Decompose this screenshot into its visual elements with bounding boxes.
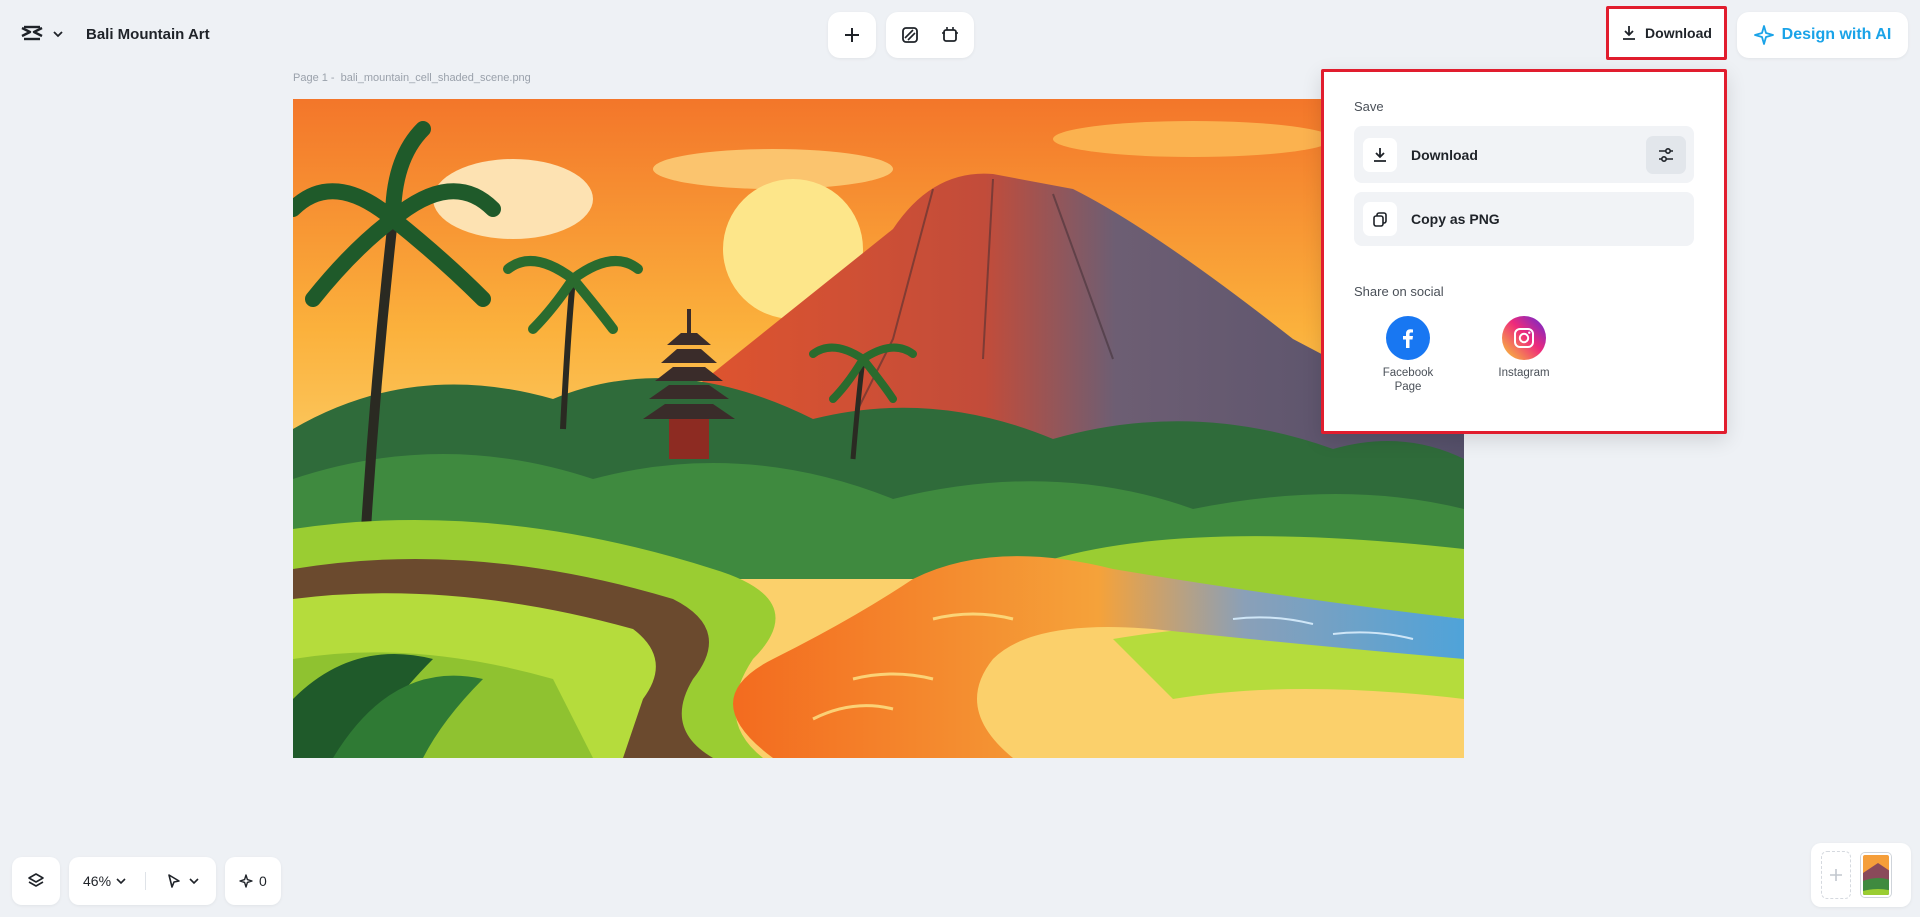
save-section-label: Save — [1354, 99, 1384, 114]
instagram-icon — [1502, 316, 1546, 360]
page-number-label: Page 1 - — [293, 72, 335, 84]
download-option-label: Download — [1411, 146, 1478, 163]
landscape-artwork — [293, 99, 1464, 758]
download-button[interactable]: Download — [1606, 6, 1727, 60]
chevron-down-icon — [189, 878, 199, 885]
app-menu-button[interactable] — [12, 14, 72, 54]
share-section-label: Share on social — [1354, 284, 1444, 299]
download-button-label: Download — [1645, 25, 1712, 41]
chevron-down-icon — [116, 878, 126, 885]
page-label: Page 1 - bali_mountain_cell_shaded_scene.… — [293, 72, 531, 84]
add-page-button[interactable] — [1821, 851, 1851, 899]
toolbar-divider — [145, 872, 147, 890]
pointer-icon — [168, 874, 180, 888]
chevron-down-icon — [53, 31, 63, 38]
download-option-icon-wrap — [1363, 137, 1397, 172]
download-settings-button[interactable] — [1646, 136, 1686, 174]
add-tool-group — [828, 12, 876, 58]
zoom-dropdown[interactable]: 46% — [79, 873, 131, 889]
layers-button[interactable] — [12, 857, 60, 905]
design-with-ai-label: Design with AI — [1781, 26, 1892, 43]
share-facebook-button[interactable]: Facebook Page — [1368, 316, 1448, 394]
download-icon — [1623, 26, 1636, 40]
download-panel: Save Download Copy as PNG Share on socia… — [1321, 69, 1727, 434]
sliders-icon — [1659, 147, 1673, 163]
instagram-label: Instagram — [1498, 367, 1550, 379]
page-file-name[interactable]: bali_mountain_cell_shaded_scene.png — [341, 72, 531, 84]
download-icon — [1374, 147, 1386, 162]
ai-credits-count: 0 — [259, 873, 267, 889]
page-thumbnail-image — [1863, 855, 1889, 895]
bottom-toolbar: 46% 0 — [12, 857, 281, 905]
ai-sparkle-icon — [1753, 25, 1774, 45]
copy-icon — [1373, 212, 1387, 227]
ai-credits-button[interactable]: 0 — [225, 857, 281, 905]
download-button-content: Download — [1621, 25, 1712, 41]
capcut-logo-icon — [21, 25, 43, 41]
copy-option-icon-wrap — [1363, 202, 1397, 236]
facebook-icon — [1386, 316, 1430, 360]
plus-icon — [845, 28, 859, 42]
project-title[interactable]: Bali Mountain Art — [78, 18, 218, 51]
pages-panel — [1811, 843, 1911, 907]
background-button[interactable] — [892, 17, 928, 53]
top-toolbar — [828, 12, 974, 58]
copy-as-png-label: Copy as PNG — [1411, 211, 1500, 227]
background-icon — [902, 27, 918, 43]
zoom-level: 46% — [83, 873, 112, 889]
layers-icon — [28, 873, 44, 887]
top-left-bar: Bali Mountain Art — [12, 14, 218, 54]
share-instagram-button[interactable]: Instagram — [1484, 316, 1564, 380]
add-button[interactable] — [834, 17, 870, 53]
page-thumbnail[interactable] — [1861, 853, 1891, 897]
resize-icon — [942, 27, 958, 42]
zoom-controls: 46% — [69, 857, 217, 905]
sparkle-icon — [239, 874, 253, 888]
download-option[interactable]: Download — [1354, 126, 1694, 183]
copy-as-png-option[interactable]: Copy as PNG — [1354, 192, 1694, 246]
facebook-label: Facebook Page — [1382, 367, 1434, 393]
canvas-image[interactable] — [293, 99, 1464, 758]
edit-tool-group — [886, 12, 974, 58]
resize-button[interactable] — [932, 17, 968, 53]
design-with-ai-button[interactable]: Design with AI — [1737, 12, 1908, 58]
plus-icon — [1830, 869, 1842, 881]
pointer-tool-dropdown[interactable] — [160, 873, 206, 889]
